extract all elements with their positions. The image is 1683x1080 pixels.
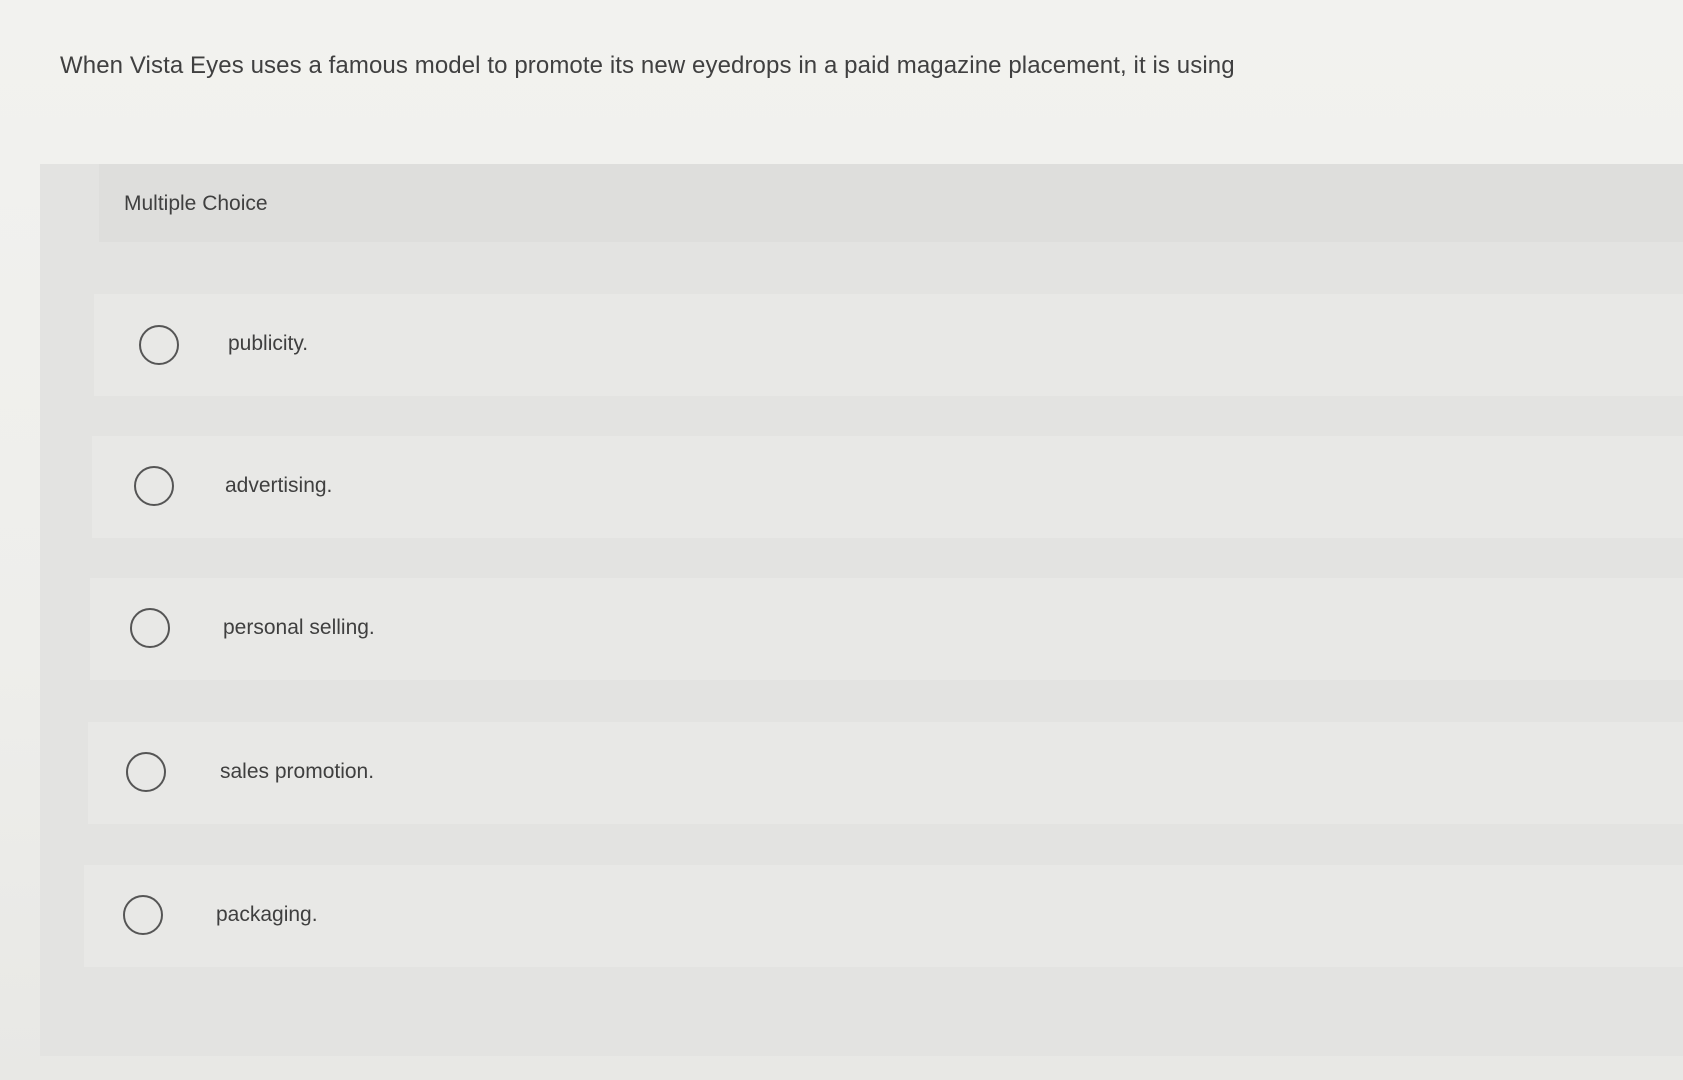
radio-button-icon[interactable] [123,895,163,935]
card-label: Multiple Choice [124,192,268,215]
option-personal-selling[interactable]: personal selling. [90,578,1683,680]
radio-button-icon[interactable] [130,608,170,648]
radio-button-icon[interactable] [134,466,174,506]
radio-button-icon[interactable] [139,325,179,365]
option-label: packaging. [216,903,318,926]
card-header [99,164,1683,242]
option-advertising[interactable]: advertising. [92,436,1683,538]
option-publicity[interactable]: publicity. [94,294,1683,396]
option-sales-promotion[interactable]: sales promotion. [88,722,1683,824]
question-text: When Vista Eyes uses a famous model to p… [60,52,1235,79]
option-label: sales promotion. [220,760,375,783]
radio-button-icon[interactable] [126,752,166,792]
option-packaging[interactable]: packaging. [84,865,1683,967]
option-label: advertising. [225,474,333,497]
option-label: publicity. [228,332,309,355]
option-label: personal selling. [223,616,375,639]
multiple-choice-card: Multiple Choice publicity. advertising. … [40,164,1683,1056]
quiz-page: When Vista Eyes uses a famous model to p… [0,0,1683,1080]
